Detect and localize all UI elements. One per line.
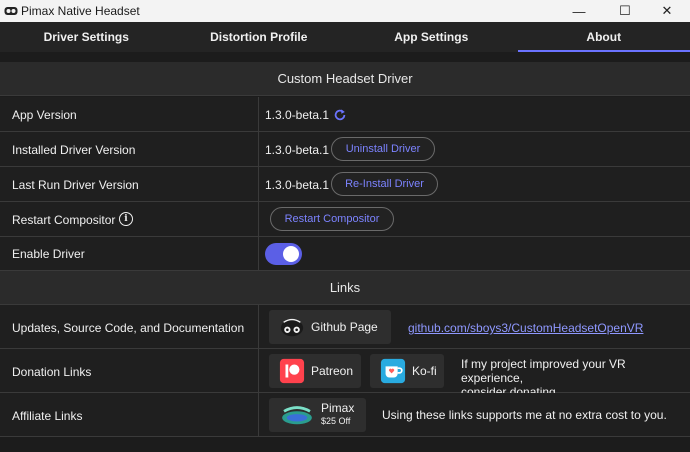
last-run-driver-label: Last Run Driver Version <box>12 178 139 192</box>
minimize-icon: — <box>572 3 586 19</box>
uninstall-driver-button[interactable]: Uninstall Driver <box>331 137 435 161</box>
kofi-icon <box>380 358 406 384</box>
section-header-links: Links <box>0 271 690 305</box>
tab-label: Distortion Profile <box>210 30 308 44</box>
reinstall-driver-button[interactable]: Re-Install Driver <box>331 172 438 196</box>
kofi-button[interactable]: Ko-fi <box>370 354 444 388</box>
close-button[interactable]: ✕ <box>644 0 690 22</box>
installed-driver-value: 1.3.0-beta.1 <box>265 143 330 157</box>
toggle-knob <box>283 246 299 262</box>
pimax-icon <box>282 406 312 425</box>
tab-bar: Driver Settings Distortion Profile App S… <box>0 22 690 52</box>
close-icon: ✕ <box>661 3 673 18</box>
pimax-button-text: Pimax $25 Off <box>321 402 354 428</box>
pimax-app-icon <box>4 7 18 15</box>
section-header-custom-driver: Custom Headset Driver <box>0 62 690 96</box>
patreon-button-label: Patreon <box>311 364 354 378</box>
row-restart-compositor: Restart Compositor i Restart Compositor <box>0 202 690 237</box>
row-divider <box>258 167 259 201</box>
patreon-button[interactable]: Patreon <box>269 354 361 388</box>
info-icon[interactable]: i <box>119 212 133 226</box>
pimax-discount-label: $25 Off <box>321 416 351 426</box>
row-divider <box>258 349 259 392</box>
donation-label: Donation Links <box>12 365 92 379</box>
github-icon <box>280 318 304 337</box>
tab-label: App Settings <box>394 30 469 44</box>
row-divider <box>258 132 259 166</box>
tab-label: Driver Settings <box>43 30 129 44</box>
pimax-affiliate-button[interactable]: Pimax $25 Off <box>269 398 366 432</box>
maximize-button[interactable]: ☐ <box>602 0 648 22</box>
row-divider <box>258 305 259 348</box>
app-version-value: 1.3.0-beta.1 <box>265 108 330 122</box>
restart-compositor-label: Restart Compositor <box>12 213 116 227</box>
row-enable-driver: Enable Driver <box>0 237 690 271</box>
updates-label: Updates, Source Code, and Documentation <box>12 321 245 335</box>
affiliate-label: Affiliate Links <box>12 409 83 423</box>
row-installed-driver: Installed Driver Version 1.3.0-beta.1 Un… <box>0 132 690 167</box>
affiliate-note: Using these links supports me at no extr… <box>382 408 667 422</box>
row-divider <box>258 237 259 270</box>
tab-app-settings[interactable]: App Settings <box>345 22 518 52</box>
kofi-button-label: Ko-fi <box>412 364 437 378</box>
restart-compositor-button[interactable]: Restart Compositor <box>270 207 394 231</box>
refresh-icon[interactable] <box>333 108 347 122</box>
minimize-button[interactable]: — <box>556 0 602 22</box>
github-url-link[interactable]: github.com/sboys3/CustomHeadsetOpenVR <box>408 321 643 335</box>
github-button-label: Github Page <box>311 320 378 334</box>
patreon-icon <box>279 358 305 384</box>
installed-driver-label: Installed Driver Version <box>12 143 136 157</box>
row-divider <box>258 393 259 436</box>
row-affiliate: Affiliate Links Pimax $25 Off Using thes… <box>0 393 690 437</box>
row-donation: Donation Links Patreon Ko-fi If my proje… <box>0 349 690 399</box>
title-bar: Pimax Native Headset — ☐ ✕ <box>0 0 690 22</box>
window-title: Pimax Native Headset <box>21 4 140 18</box>
enable-driver-label: Enable Driver <box>12 247 85 261</box>
pimax-button-label: Pimax <box>321 401 355 415</box>
tab-about[interactable]: About <box>517 22 690 52</box>
row-divider <box>258 97 259 131</box>
row-updates: Updates, Source Code, and Documentation … <box>0 305 690 349</box>
enable-driver-toggle[interactable] <box>265 243 302 265</box>
tab-driver-settings[interactable]: Driver Settings <box>0 22 173 52</box>
tab-distortion-profile[interactable]: Distortion Profile <box>173 22 346 52</box>
maximize-icon: ☐ <box>619 3 631 18</box>
github-page-button[interactable]: Github Page <box>269 310 391 344</box>
row-last-run-driver: Last Run Driver Version 1.3.0-beta.1 Re-… <box>0 167 690 202</box>
donation-note-line-1: If my project improved your VR experienc… <box>461 357 626 385</box>
tab-label: About <box>586 30 622 44</box>
app-version-label: App Version <box>12 108 77 122</box>
last-run-driver-value: 1.3.0-beta.1 <box>265 178 330 192</box>
row-app-version: App Version 1.3.0-beta.1 <box>0 97 690 132</box>
row-divider <box>258 202 259 236</box>
